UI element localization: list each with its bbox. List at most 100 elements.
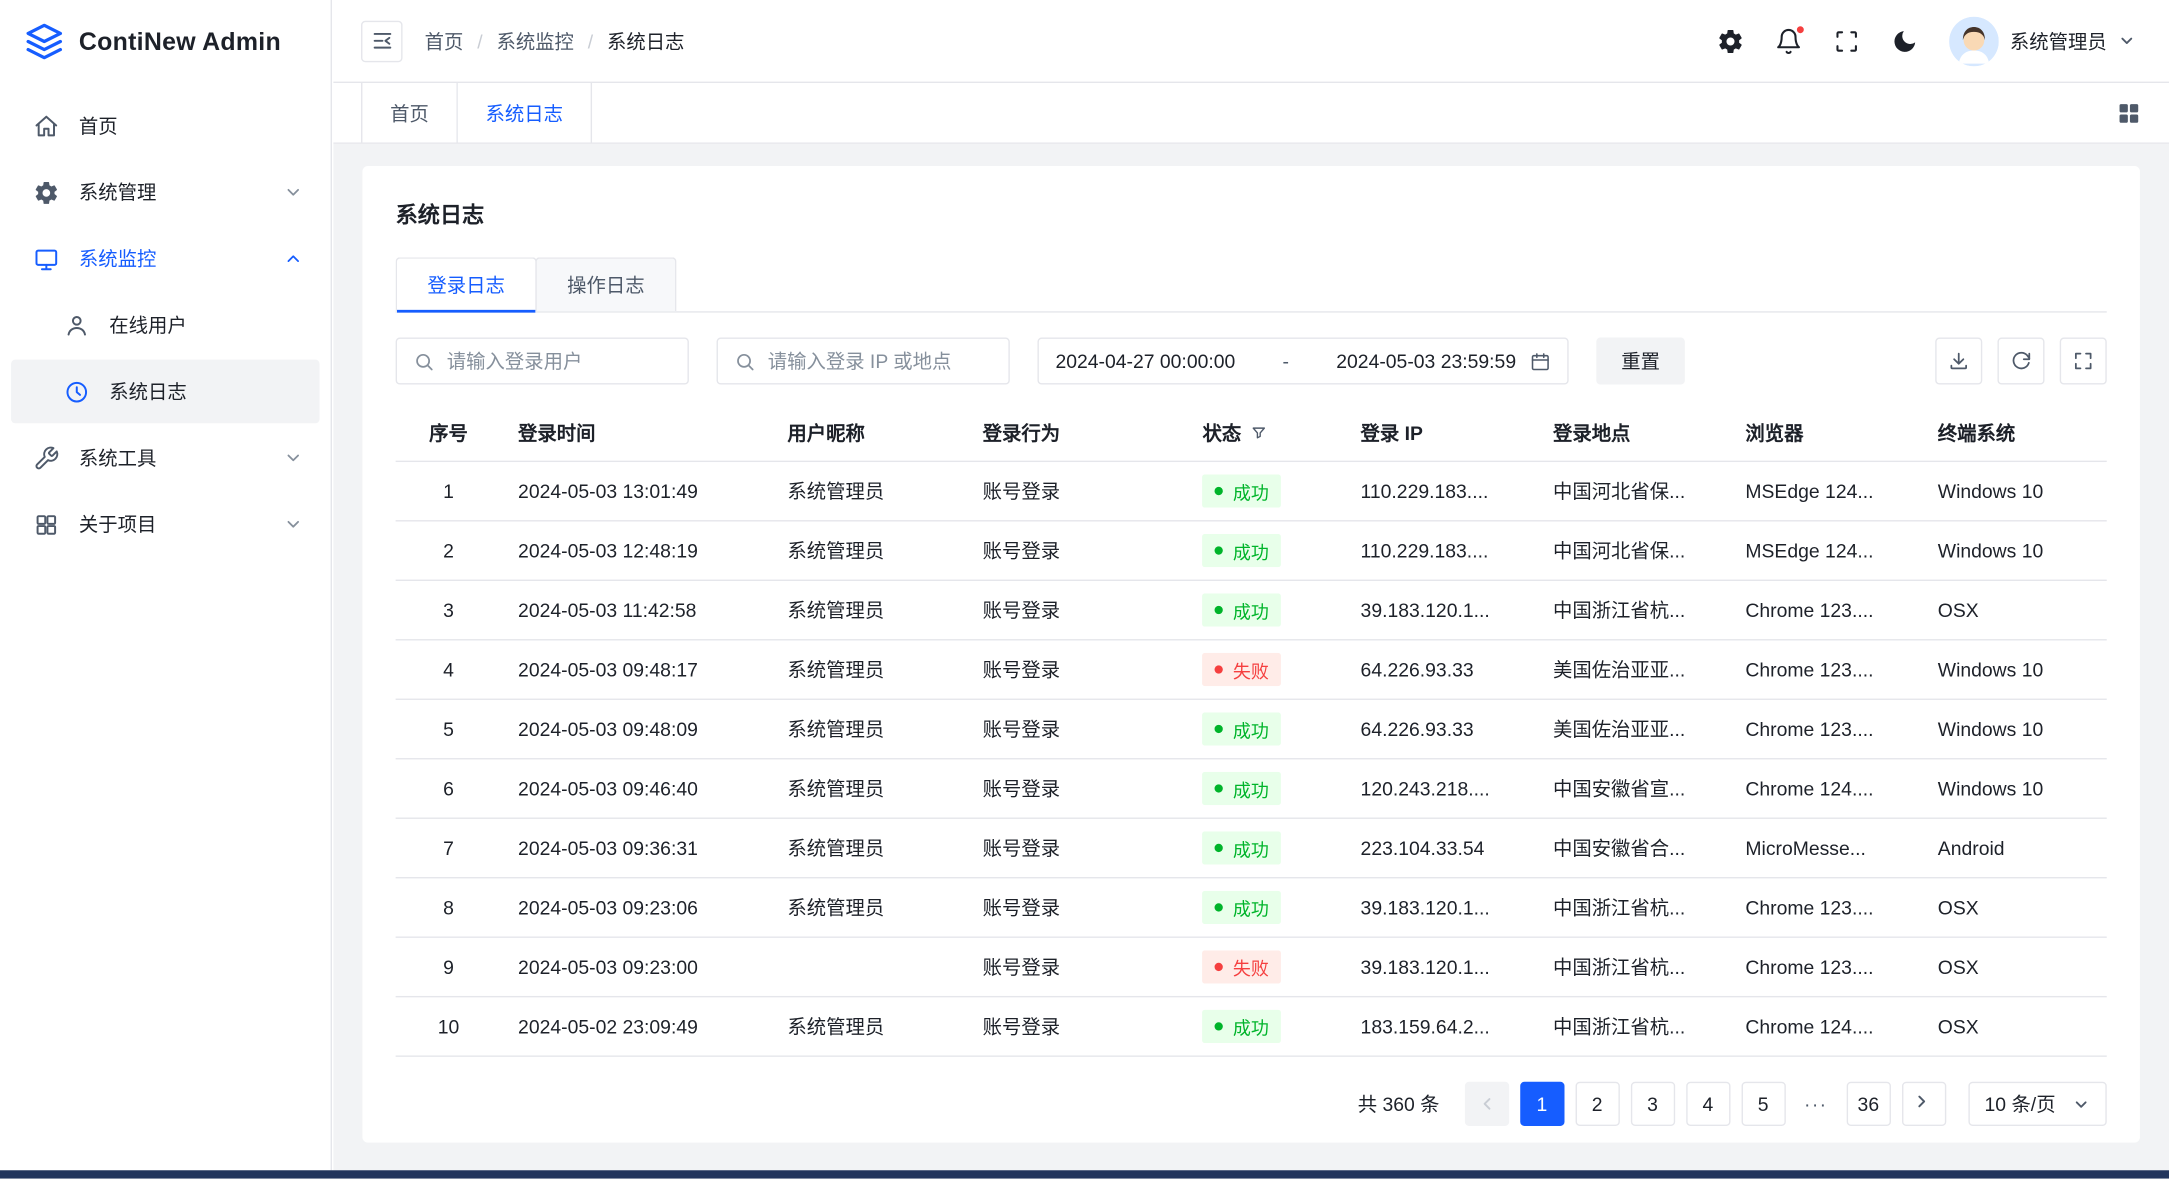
sidebar-item-label: 首页	[79, 112, 303, 140]
status-label: 成功	[1233, 894, 1269, 920]
tab-system-log[interactable]: 系统日志	[458, 83, 592, 142]
date-range-picker[interactable]: 2024-04-27 00:00:00 - 2024-05-03 23:59:5…	[1037, 338, 1568, 385]
table-row[interactable]: 4 2024-05-03 09:48:17 系统管理员 账号登录 失败 64.2…	[396, 640, 2107, 699]
sidebar-item-label: 在线用户	[109, 311, 303, 339]
cell-nickname: 系统管理员	[771, 834, 966, 862]
cell-location: 美国佐治亚亚...	[1536, 656, 1728, 684]
cell-nickname: 系统管理员	[771, 596, 966, 624]
cell-login-time: 2024-05-03 11:42:58	[501, 599, 770, 621]
cell-ip: 64.226.93.33	[1344, 718, 1536, 740]
login-ip-input[interactable]	[768, 350, 992, 372]
calendar-icon	[1530, 351, 1551, 372]
col-action: 登录行为	[966, 418, 1186, 446]
grid-layout-icon[interactable]	[2116, 83, 2169, 142]
main-area: 首页 / 系统监控 / 系统日志	[333, 0, 2169, 1170]
login-user-search[interactable]	[396, 338, 689, 385]
fullscreen-icon[interactable]	[1833, 27, 1861, 55]
search-icon	[735, 351, 756, 372]
sidebar-item-system-monitor[interactable]: 系统监控	[11, 227, 319, 291]
sidebar-item-system-management[interactable]: 系统管理	[11, 160, 319, 224]
refresh-icon[interactable]	[1997, 338, 2044, 385]
page-button-last[interactable]: 36	[1846, 1082, 1890, 1126]
download-icon[interactable]	[1935, 338, 1982, 385]
status-badge: 成功	[1202, 772, 1281, 805]
cell-login-time: 2024-05-03 12:48:19	[501, 539, 770, 561]
table-row[interactable]: 10 2024-05-02 23:09:49 系统管理员 账号登录 成功 183…	[396, 997, 2107, 1056]
page-button[interactable]: 4	[1686, 1082, 1730, 1126]
sidebar-item-home[interactable]: 首页	[11, 94, 319, 158]
cell-action: 账号登录	[966, 715, 1186, 743]
cell-index: 5	[396, 718, 502, 740]
user-menu[interactable]: 系统管理员	[1949, 16, 2136, 66]
table-row[interactable]: 5 2024-05-03 09:48:09 系统管理员 账号登录 成功 64.2…	[396, 700, 2107, 759]
chevron-right-icon[interactable]	[1902, 1082, 1946, 1126]
chevron-down-icon	[2118, 32, 2136, 50]
sidebar-item-online-users[interactable]: 在线用户	[11, 293, 319, 357]
gear-icon[interactable]	[1717, 27, 1745, 55]
cell-action: 账号登录	[966, 596, 1186, 624]
cell-browser: Chrome 123....	[1729, 599, 1921, 621]
tab-home[interactable]: 首页	[361, 83, 458, 142]
cell-os: Windows 10	[1921, 777, 2107, 799]
table-row[interactable]: 2 2024-05-03 12:48:19 系统管理员 账号登录 成功 110.…	[396, 522, 2107, 581]
cell-status: 失败	[1186, 653, 1344, 686]
login-user-input[interactable]	[447, 350, 671, 372]
chevron-up-icon	[284, 249, 303, 268]
cell-browser: MicroMesse...	[1729, 837, 1921, 859]
cell-action: 账号登录	[966, 775, 1186, 803]
page-button[interactable]: 5	[1741, 1082, 1785, 1126]
login-ip-search[interactable]	[717, 338, 1010, 385]
brand[interactable]: ContiNew Admin	[0, 0, 331, 83]
sidebar-item-system-log[interactable]: 系统日志	[11, 360, 319, 424]
cell-status: 成功	[1186, 772, 1344, 805]
cell-action: 账号登录	[966, 894, 1186, 922]
gear-icon	[33, 179, 59, 205]
status-label: 成功	[1233, 775, 1269, 801]
pagination-ellipsis[interactable]: ···	[1796, 1093, 1835, 1115]
reset-button[interactable]: 重置	[1596, 338, 1685, 385]
status-badge: 成功	[1202, 534, 1281, 567]
cell-index: 4	[396, 658, 502, 680]
cell-nickname: 系统管理员	[771, 1013, 966, 1041]
table-row[interactable]: 7 2024-05-03 09:36:31 系统管理员 账号登录 成功 223.…	[396, 819, 2107, 878]
sidebar-item-system-tools[interactable]: 系统工具	[11, 426, 319, 490]
table-row[interactable]: 3 2024-05-03 11:42:58 系统管理员 账号登录 成功 39.1…	[396, 581, 2107, 640]
breadcrumb-item[interactable]: 首页	[425, 27, 464, 55]
table-row[interactable]: 8 2024-05-03 09:23:06 系统管理员 账号登录 成功 39.1…	[396, 878, 2107, 937]
cell-ip: 110.229.183....	[1344, 480, 1536, 502]
date-end-value: 2024-05-03 23:59:59	[1336, 350, 1516, 372]
moon-icon[interactable]	[1891, 27, 1919, 55]
page-size-select[interactable]: 10 条/页	[1968, 1082, 2107, 1126]
bell-icon[interactable]	[1775, 27, 1803, 55]
table-toolbar	[1935, 338, 2107, 385]
col-browser: 浏览器	[1729, 418, 1921, 446]
cell-status: 成功	[1186, 831, 1344, 864]
page-button[interactable]: 2	[1575, 1082, 1619, 1126]
cell-os: Windows 10	[1921, 658, 2107, 680]
date-separator: -	[1249, 350, 1322, 372]
page-button[interactable]: 1	[1520, 1082, 1564, 1126]
status-label: 成功	[1233, 537, 1269, 563]
table-row[interactable]: 1 2024-05-03 13:01:49 系统管理员 账号登录 成功 110.…	[396, 462, 2107, 521]
topbar-actions: 系统管理员	[1717, 16, 2136, 66]
tab-operation-log[interactable]: 操作日志	[535, 257, 676, 311]
status-label: 失败	[1233, 656, 1269, 682]
tab-login-log[interactable]: 登录日志	[396, 257, 537, 311]
status-dot-icon	[1215, 665, 1223, 673]
content-area: 系统日志 登录日志 操作日志	[333, 144, 2169, 1170]
breadcrumb-item[interactable]: 系统监控	[496, 27, 573, 55]
table-row[interactable]: 6 2024-05-03 09:46:40 系统管理员 账号登录 成功 120.…	[396, 759, 2107, 818]
cell-index: 7	[396, 837, 502, 859]
sidebar-item-about-project[interactable]: 关于项目	[11, 492, 319, 556]
date-start-value: 2024-04-27 00:00:00	[1055, 350, 1235, 372]
cell-nickname: 系统管理员	[771, 775, 966, 803]
expand-icon[interactable]	[2060, 338, 2107, 385]
col-nickname: 用户昵称	[771, 418, 966, 446]
page-button[interactable]: 3	[1630, 1082, 1674, 1126]
chevron-left-icon[interactable]	[1464, 1082, 1508, 1126]
cell-ip: 183.159.64.2...	[1344, 1015, 1536, 1037]
status-label: 成功	[1233, 835, 1269, 861]
menu-fold-icon[interactable]	[361, 20, 402, 61]
filter-funnel-icon[interactable]	[1251, 424, 1268, 441]
table-row[interactable]: 9 2024-05-03 09:23:00 账号登录 失败 39.183.120…	[396, 938, 2107, 997]
